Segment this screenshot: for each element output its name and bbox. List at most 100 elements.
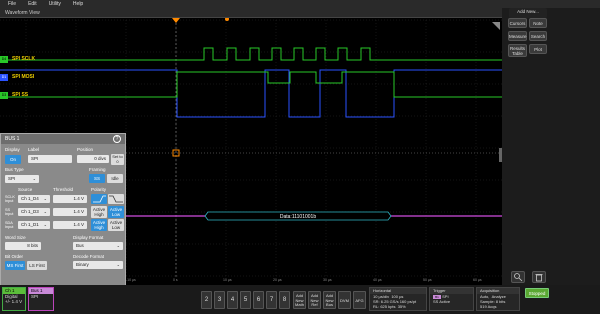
ch1-line2: +/- 1.4 V — [5, 299, 23, 304]
acquisition-badge[interactable]: Acquisition Auto, Analyze Sample: 8 bits… — [476, 287, 520, 311]
chevron-down-icon: ⌄ — [116, 262, 120, 267]
add-new-math-button[interactable]: Add New Math — [293, 291, 306, 309]
trigger-badge[interactable]: Trigger B1 SPI SS Active — [429, 287, 474, 311]
channel-3-button[interactable]: 3 — [214, 291, 225, 309]
time-tick: 20 µs — [273, 278, 282, 282]
ss-label: SPI SS — [12, 92, 29, 98]
horizontal-badge[interactable]: Horizontal 10 µs/div 100 µs SR: 6.25 GS/… — [369, 287, 427, 311]
sclk-threshold-input[interactable]: 1.4 V — [53, 195, 87, 203]
sclk-label: SPI SCLK — [12, 56, 36, 62]
plot-button[interactable]: Plot — [529, 44, 547, 54]
zoom-tool-button[interactable] — [511, 271, 525, 283]
rising-edge-icon — [93, 195, 106, 203]
horizontal-row-3: RL: 625 kpts 35% — [370, 304, 426, 309]
sda-active-high-button[interactable]: Active High — [91, 219, 107, 231]
display-format-value: Bus — [76, 243, 84, 248]
add-new-ref-button[interactable]: Add New Ref — [308, 291, 321, 309]
channel-6-button[interactable]: 6 — [253, 291, 264, 309]
sclk-rising-edge-button[interactable] — [91, 194, 107, 204]
settings-bar: Ch 1 Digital +/- 1.4 V Bus 1 SPI 2 3 4 5… — [0, 285, 600, 314]
add-new-header: Add New... — [509, 8, 547, 18]
display-format-select[interactable]: Bus ⌄ — [73, 242, 123, 250]
decode-format-select[interactable]: Binary ⌄ — [73, 261, 123, 269]
afg-button[interactable]: AFG — [353, 291, 366, 309]
channel-8-button[interactable]: 8 — [279, 291, 290, 309]
run-stop-status-button[interactable]: Stopped — [525, 288, 549, 298]
search-button[interactable]: Search — [529, 31, 547, 41]
time-tick: -10 µs — [126, 278, 136, 282]
bus1-badge[interactable]: Bus 1 SPI — [28, 287, 54, 311]
word-size-label: Word Size — [5, 235, 26, 240]
chevron-down-icon: ⌄ — [43, 209, 47, 214]
bit-order-label: Bit Order — [5, 254, 24, 259]
word-size-input[interactable]: 8 bits — [5, 242, 41, 250]
cursors-button[interactable]: Cursors — [508, 18, 527, 28]
menu-help[interactable]: Help — [73, 1, 83, 7]
sda-threshold-input[interactable]: 1.4 V — [53, 221, 87, 229]
magnifier-icon — [514, 273, 523, 282]
time-tick: 0 s — [173, 278, 178, 282]
dvm-button[interactable]: DVM — [338, 291, 351, 309]
time-tick: 30 µs — [323, 278, 332, 282]
ms-first-button[interactable]: MS First — [5, 261, 25, 270]
add-new-bus-button[interactable]: Add New Bus — [323, 291, 336, 309]
menu-edit[interactable]: Edit — [28, 1, 37, 7]
time-tick: 60 µs — [473, 278, 482, 282]
measure-button[interactable]: Measure — [508, 31, 527, 41]
sclk-source-select[interactable]: Ch 1_D4 ⌄ — [18, 195, 50, 203]
position-input[interactable]: 0 divs — [77, 155, 109, 163]
bus-type-value: SPI — [8, 176, 16, 181]
time-tick: 10 µs — [223, 278, 232, 282]
ss-active-low-button[interactable]: Active Low — [108, 206, 124, 218]
framing-ss-button[interactable]: SS — [89, 174, 105, 183]
falling-edge-icon — [109, 195, 123, 203]
menu-file[interactable]: File — [8, 1, 16, 7]
trash-icon — [535, 274, 543, 282]
set-to-zero-button[interactable]: Set to 0 — [111, 154, 124, 165]
label-input[interactable]: SPI — [28, 155, 72, 163]
right-control-panel: Add New... Cursors Note Measure Search R… — [502, 8, 600, 314]
channel-4-button[interactable]: 4 — [227, 291, 238, 309]
ss-active-high-button[interactable]: Active High — [91, 206, 107, 218]
ch1-badge[interactable]: Ch 1 Digital +/- 1.4 V — [2, 287, 26, 311]
dialog-title: BUS 1 — [5, 136, 20, 142]
sda-input-label: SDA Input — [5, 221, 14, 229]
time-tick: 40 µs — [373, 278, 382, 282]
menu-utility[interactable]: Utility — [49, 1, 61, 7]
ss-source-select[interactable]: Ch 1_D3 ⌄ — [18, 208, 50, 216]
label-field-label: Label — [28, 147, 40, 152]
sclk-waveform — [0, 47, 502, 61]
channel-2-button[interactable]: 2 — [201, 291, 212, 309]
sda-active-low-button[interactable]: Active Low — [108, 219, 124, 231]
waveform-view[interactable]: Data:11101001b Waveform View D4 SPI SCLK… — [0, 8, 502, 290]
mosi-channel-tag[interactable]: D1 — [0, 74, 8, 81]
framing-idle-button[interactable]: Idle — [107, 174, 123, 183]
framing-label: Framing — [89, 167, 106, 172]
bus-config-dialog: BUS 1 ? Display On Label SPI Position 0 … — [0, 133, 126, 290]
ls-first-button[interactable]: LS First — [27, 261, 47, 270]
trigger-position: 35% — [397, 304, 406, 309]
sclk-falling-edge-button[interactable] — [108, 194, 124, 204]
time-tick: 50 µs — [423, 278, 432, 282]
corner-zoom-icon — [492, 22, 500, 30]
ss-channel-tag[interactable]: D3 — [0, 92, 8, 99]
sda-source-select[interactable]: Ch 1_D1 ⌄ — [18, 221, 50, 229]
chevron-down-icon: ⌄ — [32, 176, 36, 181]
delete-button[interactable] — [532, 271, 546, 283]
note-button[interactable]: Note — [529, 18, 547, 28]
ss-waveform — [0, 71, 502, 98]
help-icon[interactable]: ? — [113, 135, 121, 143]
ss-threshold-input[interactable]: 1.4 V — [53, 208, 87, 216]
display-on-toggle[interactable]: On — [5, 155, 21, 164]
channel-7-button[interactable]: 7 — [266, 291, 277, 309]
channel-5-button[interactable]: 5 — [240, 291, 251, 309]
sclk-channel-tag[interactable]: D4 — [0, 56, 8, 63]
mosi-label: SPI MOSI — [12, 74, 35, 80]
results-table-button[interactable]: Results Table — [508, 44, 527, 57]
decode-format-value: Binary — [76, 262, 89, 267]
ss-input-label: SS Input — [5, 208, 14, 216]
trigger-condition: SS Active — [433, 299, 451, 304]
sda-source-value: Ch 1_D1 — [21, 222, 39, 227]
oscilloscope-app: File Edit Utility Help Data:11101001b Wa… — [0, 0, 600, 314]
bus-type-select[interactable]: SPI ⌄ — [5, 175, 39, 183]
